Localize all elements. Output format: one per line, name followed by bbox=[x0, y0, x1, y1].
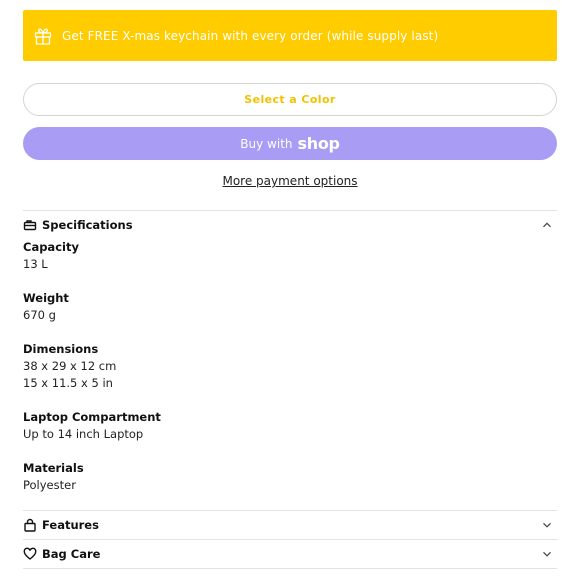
spec-label: Laptop Compartment bbox=[23, 410, 161, 424]
gift-icon bbox=[33, 26, 53, 46]
spec-item-capacity: Capacity 13 L bbox=[23, 239, 523, 273]
spec-value: 670 g bbox=[23, 308, 56, 322]
select-color-button[interactable]: Select a Color bbox=[23, 83, 557, 116]
specifications-title: Specifications bbox=[42, 218, 133, 232]
spec-value: 13 L bbox=[23, 257, 48, 271]
spec-value: Polyester bbox=[23, 478, 76, 492]
spec-label: Dimensions bbox=[23, 342, 99, 356]
spec-item-materials: Materials Polyester bbox=[23, 460, 523, 494]
spec-label: Materials bbox=[23, 461, 84, 475]
more-payment-options-row: More payment options bbox=[0, 170, 580, 189]
promo-text: Get FREE X-mas keychain with every order… bbox=[62, 28, 439, 43]
bag-care-accordion-header[interactable]: Bag Care bbox=[23, 540, 557, 568]
spec-value: Up to 14 inch Laptop bbox=[23, 427, 144, 441]
spec-label: Weight bbox=[23, 291, 69, 305]
spec-value: 15 x 11.5 x 5 in bbox=[23, 376, 113, 390]
spec-value: 38 x 29 x 12 cm bbox=[23, 359, 117, 373]
lock-bag-icon bbox=[23, 518, 37, 532]
features-accordion-header[interactable]: Features bbox=[23, 511, 557, 539]
spec-item-laptop-compartment: Laptop Compartment Up to 14 inch Laptop bbox=[23, 409, 523, 443]
specifications-accordion-header[interactable]: Specifications bbox=[23, 211, 557, 239]
spec-label: Capacity bbox=[23, 240, 79, 254]
heart-icon bbox=[23, 547, 37, 561]
features-title: Features bbox=[42, 518, 99, 532]
spec-item-dimensions: Dimensions 38 x 29 x 12 cm 15 x 11.5 x 5… bbox=[23, 341, 523, 392]
chevron-down-icon bbox=[541, 519, 553, 531]
buy-with-shop-button[interactable]: Buy with shop bbox=[23, 127, 557, 160]
bag-care-title: Bag Care bbox=[42, 547, 101, 561]
chevron-down-icon bbox=[541, 548, 553, 560]
shop-logo: shop bbox=[297, 134, 340, 153]
divider bbox=[23, 568, 557, 569]
bag-icon bbox=[23, 218, 37, 232]
more-payment-options-link[interactable]: More payment options bbox=[222, 174, 357, 188]
chevron-up-icon bbox=[541, 219, 553, 231]
promo-banner: Get FREE X-mas keychain with every order… bbox=[23, 10, 557, 61]
buy-with-label: Buy with bbox=[240, 136, 293, 151]
spec-item-weight: Weight 670 g bbox=[23, 290, 523, 324]
